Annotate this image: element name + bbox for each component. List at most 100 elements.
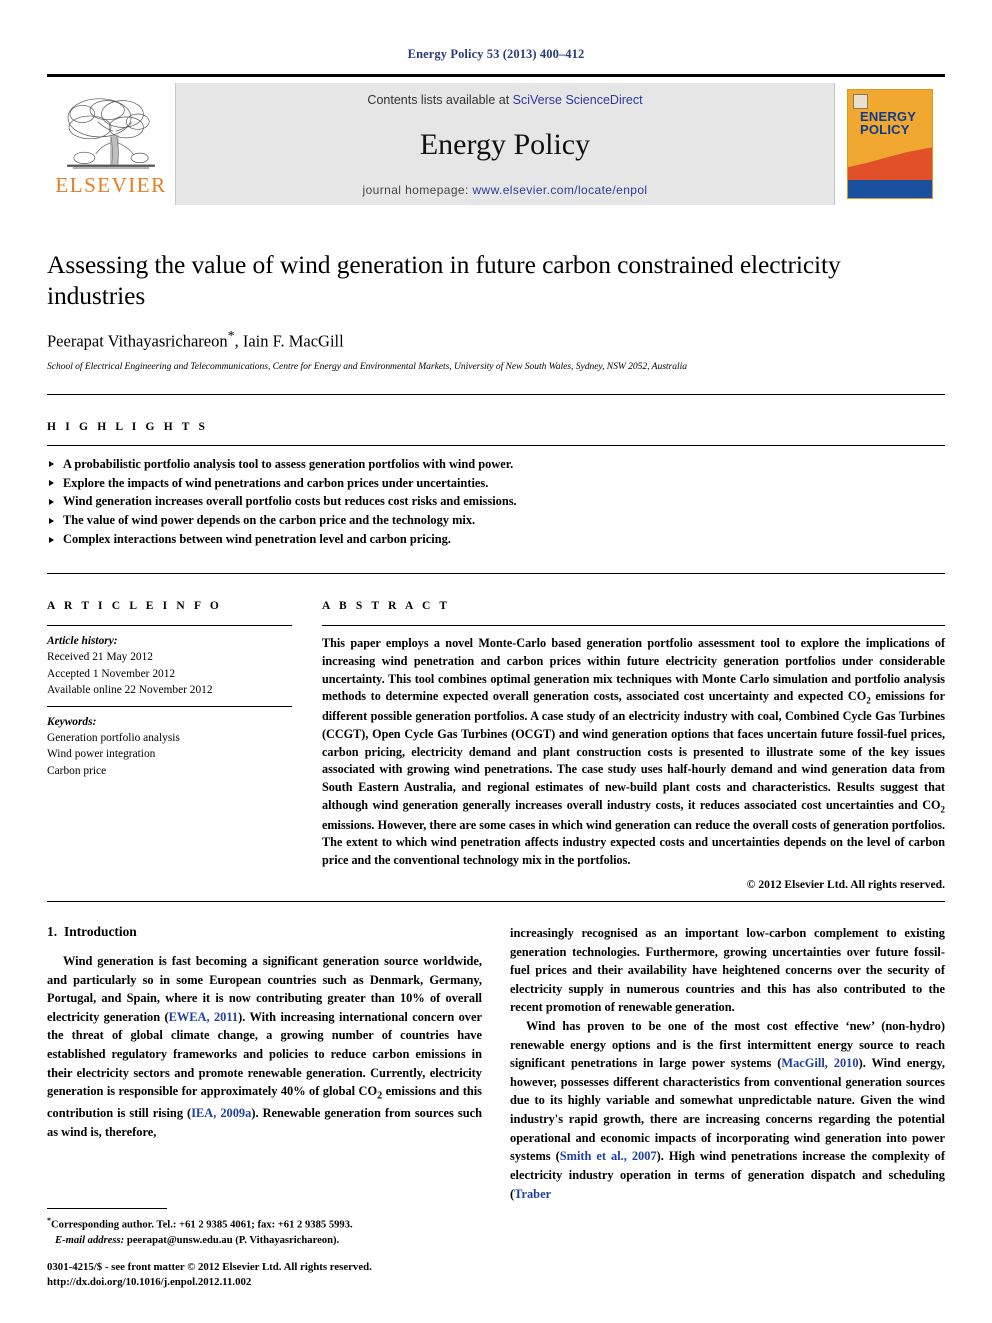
paragraph: Wind has proven to be one of the most co…: [510, 1017, 945, 1203]
cover-title-line1: ENERGY: [860, 109, 917, 124]
paragraph: Wind generation is fast becoming a signi…: [47, 952, 482, 1141]
cover-bottom-band: [848, 180, 932, 198]
article-info-label: A R T I C L E I N F O: [47, 599, 222, 612]
cover-stamp-icon: [853, 94, 868, 109]
corresponding-author-marker: *: [227, 329, 235, 345]
abstract-part-2: emissions for different possible generat…: [322, 689, 945, 812]
contents-available-line: Contents lists available at SciVerse Sci…: [367, 93, 642, 107]
highlights-list: A probabilistic portfolio analysis tool …: [47, 455, 945, 549]
highlight-text: Wind generation increases overall portfo…: [63, 494, 517, 509]
cover-art: ENERGY POLICY: [847, 89, 933, 199]
divider-article-info: [47, 624, 292, 626]
body-column-right: increasingly recognised as an important …: [510, 924, 945, 1203]
copyright-notice: © 2012 Elsevier Ltd. All rights reserved…: [746, 878, 945, 891]
keyword-item: Wind power integration: [47, 748, 156, 761]
section-number: 1.: [47, 924, 58, 939]
email-link[interactable]: peerapat@unsw.edu.au (P. Vithayasrichare…: [127, 1235, 339, 1246]
cover-title-line2: POLICY: [860, 122, 910, 138]
abstract-section: A B S T R A C T This paper employs a nov…: [322, 600, 945, 891]
highlight-text: Complex interactions between wind penetr…: [63, 532, 451, 547]
highlight-text: Explore the impacts of wind penetrations…: [63, 475, 489, 490]
paragraph: increasingly recognised as an important …: [510, 926, 945, 1015]
divider-footnote: [47, 1208, 167, 1210]
list-item: Complex interactions between wind penetr…: [47, 530, 945, 549]
triangle-bullet-icon: [49, 517, 54, 524]
para-text: ). Wind energy, however, possesses diffe…: [510, 1056, 946, 1164]
article-history-label: Article history:: [47, 634, 118, 647]
abstract-label: A B S T R A C T: [322, 599, 451, 612]
elsevier-wordmark: ELSEVIER: [55, 172, 167, 197]
list-item: A probabilistic portfolio analysis tool …: [47, 455, 945, 474]
doi-link[interactable]: http://dx.doi.org/10.1016/j.enpol.2012.1…: [47, 1275, 478, 1291]
divider-abstract: [322, 624, 945, 626]
author-list: Peerapat Vithayasrichareon*, Iain F. Mac…: [47, 329, 945, 352]
page-title: Assessing the value of wind generation i…: [47, 250, 841, 311]
author-affiliation: School of Electrical Engineering and Tel…: [47, 360, 687, 372]
article-info-section: A R T I C L E I N F O Article history: R…: [47, 600, 292, 891]
body-columns: 1. Introduction Wind generation is fast b…: [47, 924, 945, 1203]
list-item: Wind generation increases overall portfo…: [47, 492, 945, 511]
citation-link[interactable]: MacGill, 2010: [781, 1056, 858, 1070]
triangle-bullet-icon: [49, 536, 54, 543]
imprint-block: 0301-4215/$ - see front matter © 2012 El…: [47, 1260, 478, 1291]
footnote-zone: *Corresponding author. Tel.: +61 2 9385 …: [47, 1208, 478, 1291]
keyword-item: Carbon price: [47, 764, 107, 777]
author-second: , Iain F. MacGill: [234, 331, 344, 351]
title-block: Assessing the value of wind generation i…: [47, 249, 945, 372]
article-history-group: Article history: Received 21 May 2012 Ac…: [47, 633, 292, 699]
abstract-sub-2: 2: [940, 804, 946, 815]
citation-link[interactable]: IEA, 2009a: [191, 1106, 251, 1120]
highlight-text: A probabilistic portfolio analysis tool …: [63, 456, 514, 471]
section-heading-introduction: 1. Introduction: [47, 924, 482, 940]
highlights-label: H I G H L I G H T S: [47, 420, 209, 433]
citation-link[interactable]: Smith et al., 2007: [560, 1149, 657, 1163]
issn-frontmatter-line: 0301-4215/$ - see front matter © 2012 El…: [47, 1260, 372, 1273]
history-available-online: Available online 22 November 2012: [47, 684, 213, 697]
author-corresponding: Peerapat Vithayasrichareon: [47, 331, 228, 351]
citation-link[interactable]: EWEA, 2011: [169, 1010, 238, 1024]
section-title: Introduction: [64, 924, 137, 939]
keyword-item: Generation portfolio analysis: [47, 732, 180, 745]
paper-page: Energy Policy 53 (2013) 400–412 ELSEVIER…: [0, 0, 992, 1323]
running-head: Energy Policy 53 (2013) 400–412: [407, 47, 585, 61]
list-item: Explore the impacts of wind penetrations…: [47, 474, 945, 493]
abstract-text: This paper employs a novel Monte-Carlo b…: [322, 635, 945, 870]
masthead-center: Contents lists available at SciVerse Sci…: [176, 83, 834, 205]
keywords-group: Keywords: Generation portfolio analysis …: [47, 714, 292, 780]
article-info-body: Article history: Received 21 May 2012 Ac…: [47, 633, 292, 779]
journal-cover-thumbnail: ENERGY POLICY: [834, 83, 945, 205]
journal-masthead: ELSEVIER Contents lists available at Sci…: [47, 74, 945, 205]
body-column-left: 1. Introduction Wind generation is fast b…: [47, 924, 482, 1203]
list-item: The value of wind power depends on the c…: [47, 511, 945, 530]
elsevier-tree-icon: [67, 97, 155, 169]
contents-prefix: Contents lists available at: [367, 93, 513, 107]
email-label: E-mail address:: [55, 1234, 125, 1246]
divider-highlights: [47, 444, 945, 446]
sciencedirect-link[interactable]: SciVerse ScienceDirect: [513, 93, 643, 107]
keywords-label: Keywords:: [47, 715, 97, 728]
cover-wave-shape: [848, 147, 932, 180]
publisher-logo: ELSEVIER: [47, 83, 176, 205]
cover-title: ENERGY POLICY: [860, 110, 916, 137]
highlight-text: The value of wind power depends on the c…: [63, 513, 476, 528]
journal-homepage-line: journal homepage: www.elsevier.com/locat…: [363, 183, 648, 197]
abstract-part-1: This paper employs a novel Monte-Carlo b…: [322, 635, 945, 704]
footnote-corresponding-text: Corresponding author. Tel.: +61 2 9385 4…: [51, 1219, 353, 1231]
divider-keywords: [47, 705, 292, 707]
corresponding-author-footnote: *Corresponding author. Tel.: +61 2 9385 …: [47, 1215, 478, 1248]
divider-above-highlights: [47, 393, 945, 395]
info-abstract-row: A R T I C L E I N F O Article history: R…: [47, 600, 945, 891]
divider-above-info: [47, 572, 945, 574]
homepage-prefix: journal homepage:: [362, 183, 473, 197]
journal-homepage-link[interactable]: www.elsevier.com/locate/enpol: [472, 183, 647, 197]
divider-below-abstract: [47, 901, 945, 902]
highlights-section: H I G H L I G H T S A probabilistic port…: [47, 421, 945, 549]
triangle-bullet-icon: [49, 498, 54, 505]
history-received: Received 21 May 2012: [47, 651, 153, 664]
abstract-part-3: emissions. However, there are some cases…: [322, 817, 945, 868]
citation-link[interactable]: Traber: [514, 1187, 551, 1201]
journal-title: Energy Policy: [419, 128, 591, 161]
triangle-bullet-icon: [49, 461, 54, 468]
history-accepted: Accepted 1 November 2012: [47, 667, 176, 680]
triangle-bullet-icon: [49, 479, 54, 486]
